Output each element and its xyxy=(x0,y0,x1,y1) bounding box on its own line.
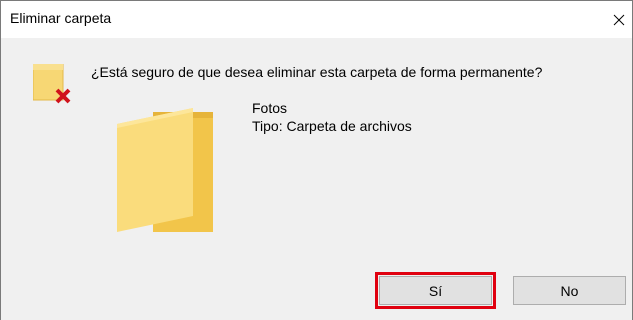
title-bar: Eliminar carpeta xyxy=(1,0,632,38)
dialog-content: ¿Está seguro de que desea eliminar esta … xyxy=(1,38,632,320)
no-button[interactable]: No xyxy=(513,276,626,305)
confirmation-message: ¿Está seguro de que desea eliminar esta … xyxy=(91,64,543,80)
item-info: Fotos Tipo: Carpeta de archivos xyxy=(252,99,412,135)
close-button[interactable] xyxy=(606,1,632,38)
item-name: Fotos xyxy=(252,100,288,116)
folder-delete-icon xyxy=(33,64,71,104)
yes-button[interactable]: Sí xyxy=(375,272,496,309)
close-icon xyxy=(613,14,625,25)
item-type: Tipo: Carpeta de archivos xyxy=(252,118,412,134)
folder-icon xyxy=(117,108,213,232)
dialog-title: Eliminar carpeta xyxy=(10,10,112,26)
delete-folder-dialog: Eliminar carpeta ¿Está seguro de que des… xyxy=(0,0,633,320)
